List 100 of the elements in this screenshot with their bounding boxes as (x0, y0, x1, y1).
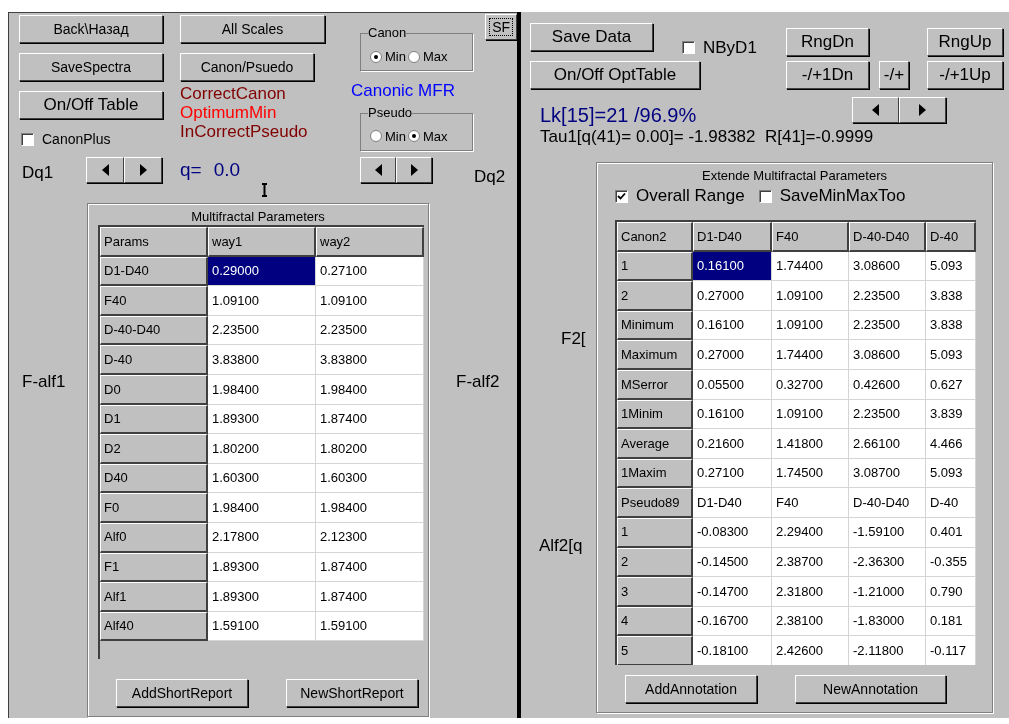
row-header[interactable]: D2 (100, 434, 208, 464)
table-cell[interactable]: 0.29000 (208, 256, 316, 287)
table-cell[interactable]: 3.08600 (849, 251, 926, 282)
new-annotation-button[interactable]: NewAnnotation (795, 675, 946, 703)
table-cell[interactable]: 0.42600 (849, 369, 926, 400)
table-cell[interactable]: 2.23500 (849, 310, 926, 341)
column-header[interactable]: F40 (772, 222, 849, 252)
add-report-button[interactable]: AddShortReport (116, 679, 248, 707)
range-up-button[interactable]: RngUp (927, 28, 1003, 56)
row-header[interactable]: F0 (100, 493, 208, 523)
back-button[interactable]: Back\Назад (19, 15, 163, 43)
table-cell[interactable]: 1.09100 (772, 310, 849, 341)
radio-button[interactable] (407, 50, 420, 63)
table-toggle-button[interactable]: On/Off Table (19, 91, 163, 119)
table-cell[interactable]: 2.23500 (316, 315, 424, 346)
row-header[interactable]: 5 (617, 636, 693, 665)
row-header[interactable]: F40 (100, 286, 208, 316)
row-header[interactable]: MSerror (617, 369, 693, 400)
checkbox[interactable] (682, 41, 695, 55)
table-cell[interactable]: 2.12300 (316, 522, 424, 553)
previous-button[interactable] (86, 157, 124, 183)
radio-button[interactable] (407, 130, 420, 143)
column-header[interactable]: way1 (208, 227, 316, 257)
table-cell[interactable]: 0.21600 (693, 429, 772, 459)
row-header[interactable]: 3 (617, 577, 693, 607)
table-cell[interactable]: -0.18100 (693, 636, 772, 665)
table-cell[interactable]: -0.117 (926, 636, 976, 665)
column-header[interactable]: D1-D40 (693, 222, 772, 252)
column-header[interactable]: D-40 (926, 222, 976, 252)
table-cell[interactable]: 1.60300 (316, 463, 424, 494)
table-cell[interactable]: 3.838 (926, 310, 976, 341)
row-header[interactable]: Pseudo89 (617, 488, 693, 518)
table-cell[interactable]: 1.74400 (772, 340, 849, 370)
table-cell[interactable]: 1.80200 (316, 434, 424, 464)
table-cell[interactable]: -1.21000 (849, 577, 926, 607)
row-header[interactable]: 1Maxim (617, 458, 693, 489)
table-cell[interactable]: 0.16100 (693, 251, 772, 282)
table-cell[interactable]: 0.32700 (772, 369, 849, 400)
row-header[interactable]: D1 (100, 404, 208, 435)
table-cell[interactable]: 5.093 (926, 458, 976, 489)
row-header[interactable]: Minimum (617, 310, 693, 341)
previous-button[interactable] (852, 97, 899, 123)
sf-button[interactable]: SF (485, 14, 517, 40)
row-header[interactable]: F1 (100, 552, 208, 583)
table-cell[interactable]: 1.87400 (316, 552, 424, 583)
table-cell[interactable]: 0.16100 (693, 399, 772, 430)
column-header[interactable]: way2 (316, 227, 424, 257)
table-cell[interactable]: 3.838 (926, 281, 976, 311)
row-header[interactable]: 2 (617, 281, 693, 311)
row-header[interactable]: D1-D40 (100, 256, 208, 287)
table-cell[interactable]: 1.89300 (208, 552, 316, 583)
table-cell[interactable]: 3.839 (926, 399, 976, 430)
table-cell[interactable]: 0.181 (926, 606, 976, 637)
table-cell[interactable]: 3.08600 (849, 340, 926, 370)
row-header[interactable]: D-40-D40 (100, 315, 208, 346)
table-cell[interactable]: 3.08700 (849, 458, 926, 489)
table-cell[interactable]: -0.08300 (693, 517, 772, 548)
row-header[interactable]: Alf1 (100, 582, 208, 612)
column-header[interactable]: Params (100, 227, 208, 257)
table-cell[interactable]: -1.59100 (849, 517, 926, 548)
opt-table-toggle-button[interactable]: On/Off OptTable (530, 61, 700, 89)
save-spectra-button[interactable]: SaveSpectra (19, 53, 163, 81)
table-cell[interactable]: 0.401 (926, 517, 976, 548)
table-cell[interactable]: 2.38100 (772, 606, 849, 637)
table-cell[interactable]: 1.09100 (208, 286, 316, 316)
add-annotation-button[interactable]: AddAnnotation (625, 675, 757, 703)
table-cell[interactable]: 0.27100 (316, 256, 424, 287)
table-cell[interactable]: 1.80200 (208, 434, 316, 464)
table-cell[interactable]: D-40 (926, 488, 976, 518)
row-header[interactable]: 2 (617, 547, 693, 578)
table-cell[interactable]: 2.23500 (849, 281, 926, 311)
table-cell[interactable]: -2.36300 (849, 547, 926, 578)
step-button[interactable]: -/+ (879, 61, 909, 89)
table-cell[interactable]: 5.093 (926, 340, 976, 370)
table-cell[interactable]: 2.42600 (772, 636, 849, 665)
table-cell[interactable]: 0.16100 (693, 310, 772, 341)
table-cell[interactable]: 1.41800 (772, 429, 849, 459)
table-cell[interactable]: 4.466 (926, 429, 976, 459)
table-cell[interactable]: 1.59100 (316, 611, 424, 642)
row-header[interactable]: 1 (617, 251, 693, 282)
previous-button[interactable] (360, 157, 396, 183)
row-header[interactable]: 4 (617, 606, 693, 637)
table-cell[interactable]: 2.23500 (849, 399, 926, 430)
table-cell[interactable]: 3.83800 (316, 345, 424, 375)
table-cell[interactable]: -0.14500 (693, 547, 772, 578)
table-cell[interactable]: 2.38700 (772, 547, 849, 578)
table-cell[interactable]: 1.74500 (772, 458, 849, 489)
step-up-button[interactable]: -/+1Up (927, 61, 1003, 89)
row-header[interactable]: Average (617, 429, 693, 459)
table-cell[interactable]: 1.59100 (208, 611, 316, 642)
table-cell[interactable]: 0.27100 (693, 458, 772, 489)
table-cell[interactable]: -0.16700 (693, 606, 772, 637)
next-button[interactable] (124, 157, 162, 183)
table-cell[interactable]: 1.87400 (316, 582, 424, 612)
table-cell[interactable]: 1.98400 (316, 374, 424, 405)
save-data-button[interactable]: Save Data (530, 23, 653, 51)
table-cell[interactable]: -0.355 (926, 547, 976, 578)
column-header[interactable]: D-40-D40 (849, 222, 926, 252)
table-cell[interactable]: 1.89300 (208, 582, 316, 612)
table-cell[interactable]: 0.627 (926, 369, 976, 400)
